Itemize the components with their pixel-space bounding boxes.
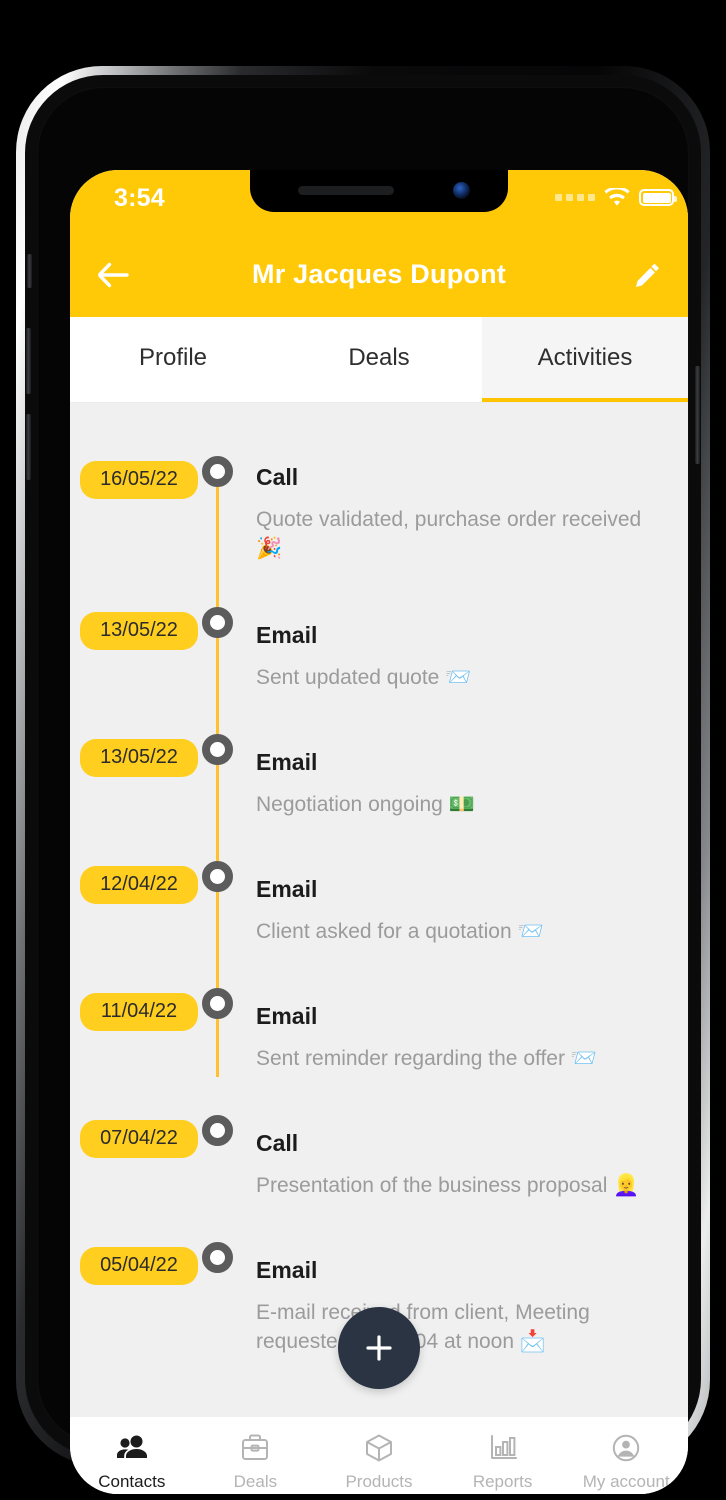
plus-icon [366,1335,392,1361]
status-bar: 3:54 [70,170,688,232]
activity-description: Quote validated, purchase order received… [256,508,642,560]
timeline-marker-dot [202,456,233,487]
tab-deals[interactable]: Deals [276,317,482,402]
activity-date-badge: 07/04/22 [80,1119,198,1158]
activity-entry: Email E-mail received from client, Meeti… [256,1245,688,1357]
app-bar: Mr Jacques Dupont [70,232,688,317]
timeline-marker-dot [202,606,233,638]
cube-icon [365,1434,392,1462]
power-button[interactable] [695,366,700,464]
front-camera [453,182,470,199]
people-icon [116,1435,147,1458]
activity-description: Sent updated quote 📨 [256,665,472,689]
nav-label: Deals [233,1472,278,1491]
activity-type-label: Email [256,621,318,648]
activity-entry: Email Sent updated quote 📨 [256,610,493,693]
nav-label: Reports [472,1472,533,1491]
bar-chart-icon [490,1435,517,1459]
activity-date-badge: 13/05/22 [80,611,198,650]
timeline-marker-dot [202,987,233,1019]
device-notch [250,170,508,212]
briefcase-icon [242,1434,269,1460]
timeline-item[interactable]: 12/04/22 Email Client asked for a quotat… [70,860,688,947]
phone-frame: 3:54 Mr Jacques Dupont Profile Deals Act… [16,66,710,1494]
timeline-marker-dot [202,1114,233,1146]
tab-activities[interactable]: Activities [482,317,688,402]
volume-down-button[interactable] [26,414,31,480]
activity-timeline: 16/05/22 Call Quote validated, purchase … [70,403,688,1357]
nav-item-products[interactable]: Products [317,1433,441,1492]
timeline-item[interactable]: 07/04/22 Call Presentation of the busine… [70,1114,688,1201]
tab-profile[interactable]: Profile [70,317,276,402]
activity-date-badge: 13/05/22 [80,738,198,777]
timeline-item[interactable]: 13/05/22 Email Sent updated quote 📨 [70,606,688,693]
nav-label: Products [345,1472,413,1491]
battery-full-icon [639,189,677,206]
account-circle-icon [612,1434,640,1462]
signal-dots-icon [555,194,595,201]
activity-date-badge: 16/05/22 [80,461,198,499]
timeline-marker-dot [202,1241,233,1273]
activity-type-label: Email [256,875,318,902]
activity-entry: Email Negotiation ongoing 💵 [256,737,497,820]
nav-item-reports[interactable]: Reports [441,1433,565,1492]
activity-entry: Call Presentation of the business propos… [256,1118,661,1201]
activity-date-badge: 05/04/22 [80,1246,198,1285]
volume-up-button[interactable] [26,328,31,394]
nav-item-deals[interactable]: Deals [194,1433,318,1492]
activity-date-badge: 11/04/22 [80,992,198,1031]
activity-type-label: Call [256,464,299,490]
status-bar-indicators [555,188,677,207]
activity-type-label: Call [256,1129,299,1156]
timeline-item[interactable]: 11/04/22 Email Sent reminder regarding t… [70,987,688,1074]
activity-entry: Email Client asked for a quotation 📨 [256,864,566,947]
timeline-marker-dot [202,733,233,765]
activity-description: E-mail received from client, Meeting req… [256,1300,590,1353]
bottom-navigation: Contacts Deals Products Reports My accou… [70,1417,688,1494]
timeline-marker-dot [202,860,233,892]
activity-description: Negotiation ongoing 💵 [256,792,475,816]
activity-description: Presentation of the business proposal 👱‍… [256,1173,640,1197]
activity-entry: Email Sent reminder regarding the offer … [256,991,619,1074]
timeline-item[interactable]: 13/05/22 Email Negotiation ongoing 💵 [70,733,688,820]
silent-switch-button[interactable] [27,254,32,288]
activity-type-label: Email [256,1002,318,1029]
phone-screen: 3:54 Mr Jacques Dupont Profile Deals Act… [70,170,688,1494]
nav-item-contacts[interactable]: Contacts [70,1433,194,1492]
earpiece-speaker [298,186,394,195]
pencil-edit-icon[interactable] [634,261,662,289]
activity-entry: Call Quote validated, purchase order rec… [256,466,688,564]
nav-label: My account [582,1472,670,1491]
activity-date-badge: 12/04/22 [80,865,198,904]
activities-panel: 16/05/22 Call Quote validated, purchase … [70,403,688,1417]
activity-description: Sent reminder regarding the offer 📨 [256,1046,597,1070]
activity-type-label: Email [256,1256,318,1283]
activity-description: Client asked for a quotation 📨 [256,919,544,943]
nav-item-my-account[interactable]: My account [564,1433,688,1492]
status-bar-clock: 3:54 [114,184,165,212]
wifi-icon [604,188,630,206]
timeline-item[interactable]: 16/05/22 Call Quote validated, purchase … [70,456,688,564]
tab-bar: Profile Deals Activities [70,317,688,403]
nav-label: Contacts [98,1472,166,1491]
page-title: Mr Jacques Dupont [252,259,506,289]
activity-type-label: Email [256,748,318,775]
add-activity-button[interactable] [338,1307,420,1389]
